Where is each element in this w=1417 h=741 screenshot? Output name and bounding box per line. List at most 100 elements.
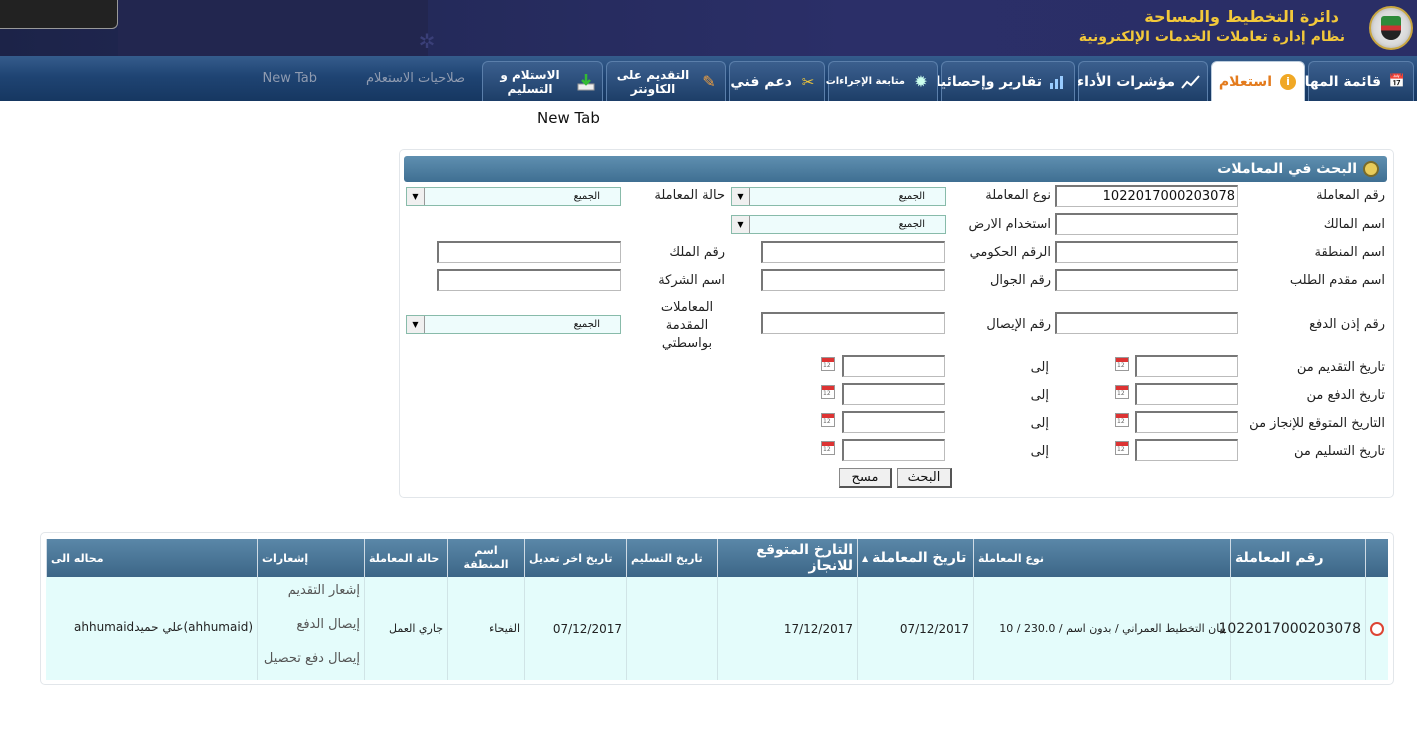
header-dark-block [118,0,428,56]
label-to: إلى [1030,444,1049,459]
calendar-icon[interactable]: 12 [821,441,835,455]
calendar-icon[interactable]: 12 [1115,385,1129,399]
calendar-icon[interactable]: 12 [821,385,835,399]
pen-icon: ✎ [702,72,716,91]
expected-date-to-input[interactable] [842,411,945,433]
tab-label: استعلام [1218,73,1272,90]
payment-date-from-input[interactable] [1135,383,1238,405]
label-trans-type: نوع المعاملة [985,188,1051,203]
submit-date-to-input[interactable] [842,355,945,377]
row-action-cell [1365,577,1388,680]
property-no-input[interactable] [437,241,621,263]
calendar-icon[interactable]: 12 [1115,413,1129,427]
info-icon: i [1278,72,1298,92]
label-expected-date-from: التاريخ المتوقع للإنجاز من [1249,416,1385,431]
submitted-by-me-select[interactable]: ▼ الجميع [406,315,621,334]
trans-type-select[interactable]: ▼ الجميع [731,187,946,206]
calendar-icon[interactable]: 12 [821,357,835,371]
col-status[interactable]: حالة المعاملة [364,539,447,577]
col-delivery-date[interactable]: تاريخ التسليم [626,539,717,577]
search-panel-header: البحث في المعاملات [404,156,1387,182]
search-button[interactable]: البحث [897,468,952,488]
cell-last-modified: 07/12/2017 [524,577,626,680]
delivery-date-from-input[interactable] [1135,439,1238,461]
results-header-spacer [1365,539,1388,577]
label-trans-status: حالة المعاملة [654,188,725,203]
land-use-select[interactable]: ▼ الجميع [731,215,946,234]
payment-date-to-input[interactable] [842,383,945,405]
header-subtitle: نظام إدارة تعاملات الخدمات الإلكترونية [1078,29,1345,45]
tab-label: دعم فني [730,73,792,90]
cell-trans-no[interactable]: 1022017000203078 [1218,577,1365,680]
gear-icon: ✹ [914,72,928,91]
tab-performance[interactable]: مؤشرات الأداء [1076,61,1208,101]
area-name-input[interactable] [1055,241,1238,263]
trans-no-input[interactable]: 1022017000203078 [1055,185,1238,207]
ornament-icon: ✲ [418,29,436,53]
label-land-use: استخدام الارض [968,217,1051,232]
col-trans-no[interactable]: رقم المعاملة [1230,539,1365,577]
label-receipt-no: رقم الإيصال [986,317,1051,332]
tab-receive-deliver[interactable]: الاستلام و التسليم [482,61,603,101]
company-name-input[interactable] [437,269,621,291]
label-delivery-date-from: تاريخ التسليم من [1294,444,1385,459]
tab-tech-support[interactable]: ✂ دعم فني [729,61,825,101]
tab-label: الاستلام و التسليم [500,67,560,96]
cell-assigned-to: (ahhumaid)علي حميد ahhumaid [46,577,257,680]
tab-inquiry[interactable]: i استعلام [1211,61,1305,101]
tab-counter-submit[interactable]: ✎ التقديم على الكاونتر [606,61,726,101]
cell-area: الفيحاء [447,577,524,680]
col-trans-date[interactable]: تاريخ المعاملة ▲ [857,539,973,577]
search-panel-title: البحث في المعاملات [1217,161,1357,177]
tab-inquiry-permissions[interactable]: صلاحيات الاستعلام [366,71,465,86]
chevron-down-icon: ▼ [407,188,425,205]
results-header-row: رقم المعاملة نوع المعاملة تاريخ المعاملة… [46,539,1388,577]
col-expected-date[interactable]: التارخ المتوقع للانجاز [717,539,857,577]
tab-reports[interactable]: تقارير وإحصائيات [922,61,1075,101]
assigned-user-id: ahhumaid [74,620,135,634]
label-applicant-name: اسم مقدم الطلب [1289,273,1385,288]
cell-trans-type: بيان التخطيط العمراني / بدون اسم / 230.0… [973,577,1230,680]
table-row[interactable]: 1022017000203078 بيان التخطيط العمراني /… [46,577,1388,680]
calendar-icon[interactable]: 12 [821,413,835,427]
label-owner-name: اسم المالك [1323,217,1385,232]
receipt-no-input[interactable] [761,312,945,334]
gov-no-input[interactable] [761,241,945,263]
col-area[interactable]: اسم المنطقة [447,539,524,577]
label-submit-date-from: تاريخ التقديم من [1296,360,1385,375]
label-to: إلى [1030,416,1049,431]
delivery-date-to-input[interactable] [842,439,945,461]
tab-label: مؤشرات الأداء [1076,73,1175,90]
cell-expected-date: 17/12/2017 [717,577,857,680]
notif-payment-receipt-link[interactable]: إيصال الدفع [296,617,360,632]
logo-emblem-icon [1369,6,1413,50]
tab-new-tab-ghost[interactable]: New Tab [263,71,318,86]
col-assigned-to[interactable]: محاله الى [46,539,257,577]
label-submitted-by-me: المعاملات المقدمة بواسطتي [660,300,714,351]
notif-submission-link[interactable]: إشعار التقديم [288,583,360,598]
applicant-name-input[interactable] [1055,269,1238,291]
col-last-modified[interactable]: تاريخ اخر تعديل [524,539,626,577]
submit-date-from-input[interactable] [1135,355,1238,377]
clock-icon[interactable] [1370,621,1384,636]
expected-date-from-input[interactable] [1135,411,1238,433]
submitted-by-me-value: الجميع [573,319,600,330]
land-use-value: الجميع [898,219,925,230]
calendar-icon[interactable]: 12 [1115,441,1129,455]
tab-label: تقارير وإحصائيات [921,73,1042,90]
col-trans-type[interactable]: نوع المعاملة [973,539,1230,577]
calendar-icon[interactable]: 12 [1115,357,1129,371]
trans-status-select[interactable]: ▼ الجميع [406,187,621,206]
mobile-no-input[interactable] [761,269,945,291]
notif-collection-receipt-link[interactable]: إيصال دفع تحصيل [264,651,360,666]
owner-name-input[interactable] [1055,213,1238,235]
label-to: إلى [1030,360,1049,375]
chevron-down-icon: ▼ [732,216,750,233]
payment-permit-input[interactable] [1055,312,1238,334]
tab-task-list[interactable]: 📅 قائمة المهام [1294,61,1414,101]
tab-procedures[interactable]: ✹ متابعة الإجراءات [826,61,938,101]
clear-button[interactable]: مسح [839,468,892,488]
col-notifications[interactable]: إشعارات [257,539,364,577]
search-magnifier-icon [1363,161,1379,177]
header-banner: ✲ دائرة التخطيط والمساحة نظام إدارة تعام… [0,0,1417,56]
